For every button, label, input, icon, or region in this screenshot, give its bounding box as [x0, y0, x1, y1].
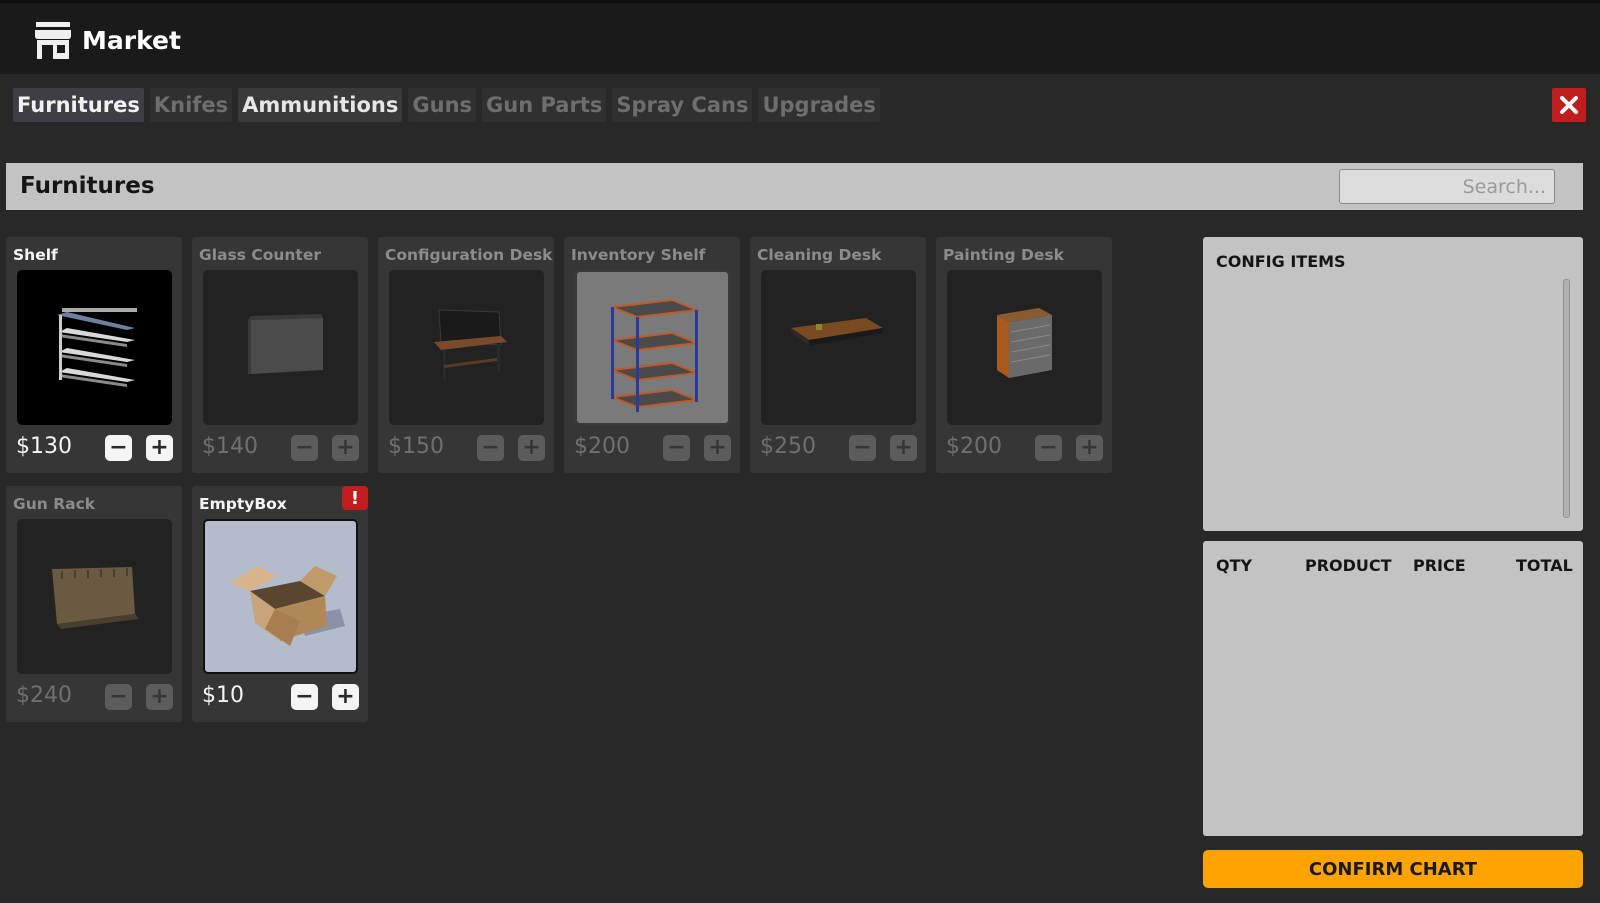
increase-quantity-button[interactable]: +: [704, 435, 731, 461]
minus-icon: −: [667, 435, 686, 460]
decrease-quantity-button[interactable]: −: [849, 435, 876, 461]
search-input[interactable]: [1339, 169, 1555, 204]
increase-quantity-button[interactable]: +: [332, 435, 359, 461]
decrease-quantity-button[interactable]: −: [477, 435, 504, 461]
plus-icon: +: [894, 435, 913, 460]
decrease-quantity-button[interactable]: −: [291, 435, 318, 461]
product-card-glass-counter[interactable]: Glass Counter $140 − +: [192, 237, 368, 473]
product-name: Inventory Shelf: [571, 246, 706, 264]
store-icon: [35, 22, 71, 59]
tab-ammunitions[interactable]: Ammunitions: [238, 88, 403, 122]
plus-icon: +: [522, 435, 541, 460]
product-image-painting-desk: [947, 270, 1102, 425]
decrease-quantity-button[interactable]: −: [663, 435, 690, 461]
minus-icon: −: [1039, 435, 1058, 460]
plus-icon: +: [708, 435, 727, 460]
decrease-quantity-button[interactable]: −: [105, 684, 132, 710]
minus-icon: −: [295, 684, 314, 709]
tab-knifes[interactable]: Knifes: [149, 88, 233, 122]
tab-upgrades[interactable]: Upgrades: [758, 88, 880, 122]
increase-quantity-button[interactable]: +: [146, 684, 173, 710]
tab-furnitures[interactable]: Furnitures: [13, 88, 144, 122]
product-card-gun-rack[interactable]: Gun Rack $240 − +: [6, 486, 182, 722]
minus-icon: −: [109, 435, 128, 460]
alert-icon: !: [342, 486, 368, 510]
product-card-configuration-desk[interactable]: Configuration Desk $150 − +: [378, 237, 554, 473]
decrease-quantity-button[interactable]: −: [1035, 435, 1062, 461]
product-card-cleaning-desk[interactable]: Cleaning Desk $250 − +: [750, 237, 926, 473]
plus-icon: +: [150, 684, 169, 709]
product-name: Gun Rack: [13, 495, 96, 513]
product-name: Shelf: [13, 246, 58, 264]
decrease-quantity-button[interactable]: −: [291, 684, 318, 710]
product-name: Cleaning Desk: [757, 246, 882, 264]
product-price: $200: [946, 434, 1002, 459]
product-image-glass-counter: [203, 270, 358, 425]
minus-icon: −: [481, 435, 500, 460]
minus-icon: −: [109, 684, 128, 709]
product-name: Configuration Desk: [385, 246, 553, 264]
plus-icon: +: [150, 435, 169, 460]
product-card-shelf[interactable]: Shelf $130 − +: [6, 237, 182, 473]
product-price: $130: [16, 434, 72, 459]
cart-column-price: PRICE: [1413, 556, 1466, 575]
increase-quantity-button[interactable]: +: [890, 435, 917, 461]
product-price: $240: [16, 683, 72, 708]
decrease-quantity-button[interactable]: −: [105, 435, 132, 461]
product-price: $140: [202, 434, 258, 459]
increase-quantity-button[interactable]: +: [518, 435, 545, 461]
product-price: $250: [760, 434, 816, 459]
cart-column-product: PRODUCT: [1305, 556, 1392, 575]
tab-guns[interactable]: Guns: [408, 88, 477, 122]
section-header: Furnitures: [6, 163, 1583, 210]
product-card-inventory-shelf[interactable]: Inventory Shelf $200 − +: [564, 237, 740, 473]
product-price: $200: [574, 434, 630, 459]
product-name: EmptyBox: [199, 495, 287, 513]
app-title: Market: [34, 20, 181, 60]
cart-panel: QTY PRODUCT PRICE TOTAL: [1203, 541, 1583, 836]
product-name: Glass Counter: [199, 246, 322, 264]
increase-quantity-button[interactable]: +: [1076, 435, 1103, 461]
increase-quantity-button[interactable]: +: [146, 435, 173, 461]
cart-column-qty: QTY: [1216, 556, 1253, 575]
config-items-panel: CONFIG ITEMS: [1203, 237, 1583, 531]
cart-column-total: TOTAL: [1516, 556, 1573, 575]
product-image-shelf: [17, 270, 172, 425]
minus-icon: −: [853, 435, 872, 460]
product-image-configuration-desk: [389, 270, 544, 425]
section-title: Furnitures: [20, 173, 155, 199]
product-image-cleaning-desk: [761, 270, 916, 425]
category-tabs: Furnitures Knifes Ammunitions Guns Gun P…: [13, 88, 880, 122]
plus-icon: +: [1080, 435, 1099, 460]
plus-icon: +: [336, 435, 355, 460]
product-image-gun-rack: [17, 519, 172, 674]
config-items-title: CONFIG ITEMS: [1216, 252, 1346, 271]
increase-quantity-button[interactable]: +: [332, 684, 359, 710]
tab-gun-parts[interactable]: Gun Parts: [482, 88, 607, 122]
product-grid: Shelf $130 − + Glass Counter $140 − + Co…: [6, 237, 1116, 722]
product-image-cardboard-box: [203, 519, 358, 674]
product-price: $150: [388, 434, 444, 459]
product-name: Painting Desk: [943, 246, 1064, 264]
close-icon: [1560, 96, 1578, 114]
top-bar: Market: [0, 0, 1600, 74]
product-card-painting-desk[interactable]: Painting Desk $200 − +: [936, 237, 1112, 473]
product-image-inventory-shelf: [575, 270, 730, 425]
plus-icon: +: [336, 684, 355, 709]
config-items-scrollbar[interactable]: [1563, 279, 1570, 518]
product-price: $10: [202, 683, 244, 708]
product-card-empty-box[interactable]: EmptyBox ! $10 − +: [192, 486, 368, 722]
tab-spray-cans[interactable]: Spray Cans: [612, 88, 753, 122]
confirm-chart-button[interactable]: CONFIRM CHART: [1203, 850, 1583, 888]
app-title-text: Market: [82, 25, 181, 55]
minus-icon: −: [295, 435, 314, 460]
close-button[interactable]: [1552, 88, 1586, 122]
